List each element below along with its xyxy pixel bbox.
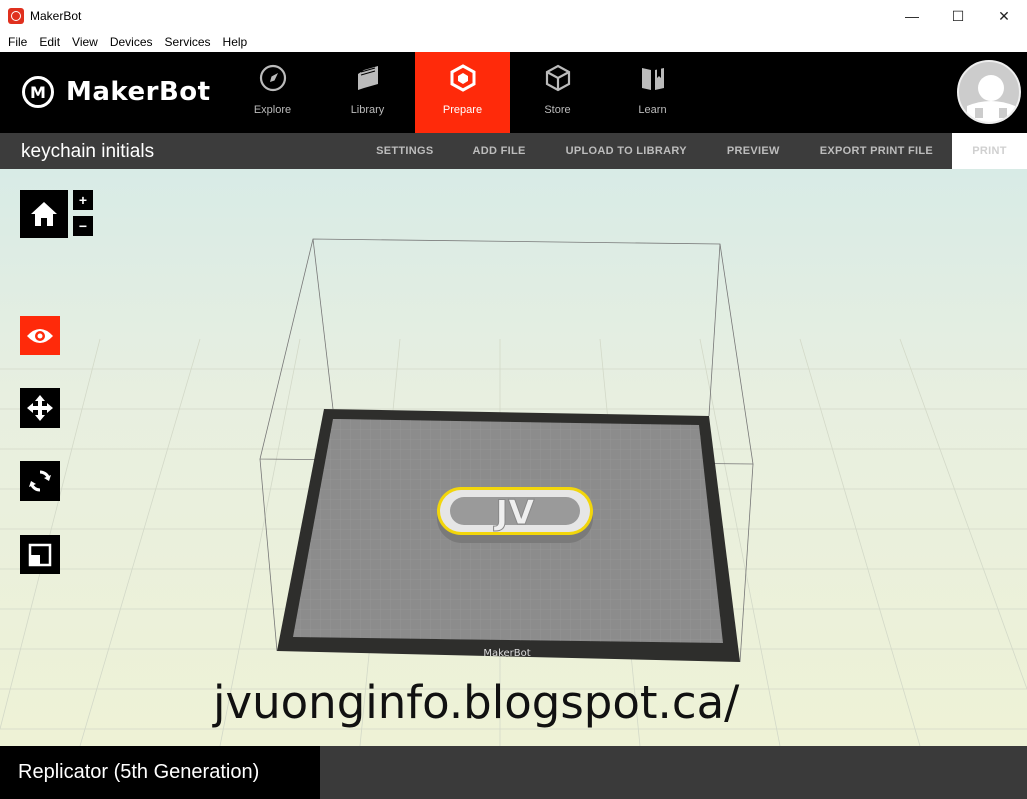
nav-prepare-label: Prepare (442, 104, 483, 116)
eye-icon (27, 328, 53, 343)
status-bar: Replicator (5th Generation) (0, 746, 1027, 799)
nav-explore-label: Explore (253, 104, 292, 116)
rotate-tool-button[interactable] (20, 461, 60, 501)
home-icon (31, 202, 57, 226)
logo-text: MakerBot (66, 77, 211, 107)
prepare-icon (448, 63, 478, 93)
window-controls: — ☐ ✕ (889, 0, 1027, 32)
scale-icon (28, 543, 52, 566)
menu-devices[interactable]: Devices (106, 35, 161, 49)
nav-prepare[interactable]: Prepare (415, 52, 510, 133)
build-viewport[interactable]: MakerBot JV + − jvuonginfo.blogspot.ca/ (0, 169, 1027, 746)
logo-mark-letter: M (30, 82, 46, 102)
nav-store-label: Store (544, 104, 571, 116)
model-initials: JV (494, 493, 536, 533)
printer-selector[interactable]: Replicator (5th Generation) (0, 746, 320, 799)
user-avatar[interactable] (957, 60, 1021, 124)
window-title: MakerBot (30, 9, 82, 23)
minimize-button[interactable]: — (889, 0, 935, 32)
nav-learn[interactable]: Learn (605, 52, 700, 133)
library-icon (353, 63, 383, 93)
project-actions: SETTINGS ADD FILE UPLOAD TO LIBRARY PREV… (376, 133, 1027, 169)
menu-file[interactable]: File (4, 35, 35, 49)
menu-view[interactable]: View (68, 35, 106, 49)
home-view-button[interactable] (20, 190, 68, 238)
build-scene: MakerBot JV (0, 238, 1027, 746)
menu-services[interactable]: Services (161, 35, 219, 49)
project-toolbar: keychain initials SETTINGS ADD FILE UPLO… (0, 133, 1027, 169)
nav-store[interactable]: Store (510, 52, 605, 133)
makerbot-app-icon (8, 8, 24, 24)
logo-mark: M (22, 76, 54, 108)
nav-learn-label: Learn (638, 104, 667, 116)
menu-bar: File Edit View Devices Services Help (0, 32, 1027, 52)
menu-help[interactable]: Help (219, 35, 256, 49)
nav-library-label: Library (350, 104, 385, 116)
compass-icon (258, 63, 288, 93)
app-header: M MakerBot Explore Library Prepare Store… (0, 52, 1027, 133)
zoom-in-button[interactable]: + (73, 190, 93, 210)
zoom-out-button[interactable]: − (73, 216, 93, 236)
user-avatar-icon (967, 75, 1015, 122)
window-titlebar: MakerBot — ☐ ✕ (0, 0, 1027, 32)
plate-brand-label: MakerBot (483, 648, 530, 659)
upload-to-library-button[interactable]: UPLOAD TO LIBRARY (566, 133, 687, 169)
rotate-icon (29, 470, 51, 492)
project-title: keychain initials (21, 141, 155, 162)
export-print-file-button[interactable]: EXPORT PRINT FILE (820, 133, 933, 169)
learn-icon (638, 63, 668, 93)
main-nav: Explore Library Prepare Store Learn (225, 52, 700, 133)
view-tool-button[interactable] (20, 316, 60, 355)
makerbot-logo: M MakerBot (22, 76, 211, 108)
settings-button[interactable]: SETTINGS (376, 133, 433, 169)
maximize-button[interactable]: ☐ (935, 0, 981, 32)
watermark-text: jvuonginfo.blogspot.ca/ (213, 676, 740, 729)
print-button[interactable]: PRINT (952, 133, 1027, 169)
nav-explore[interactable]: Explore (225, 52, 320, 133)
add-file-button[interactable]: ADD FILE (473, 133, 526, 169)
keychain-model[interactable]: JV (437, 487, 593, 543)
menu-edit[interactable]: Edit (35, 35, 68, 49)
nav-library[interactable]: Library (320, 52, 415, 133)
preview-button[interactable]: PREVIEW (727, 133, 780, 169)
store-icon (543, 63, 573, 93)
scale-tool-button[interactable] (20, 535, 60, 574)
move-icon (27, 395, 53, 421)
close-button[interactable]: ✕ (981, 0, 1027, 32)
move-tool-button[interactable] (20, 388, 60, 428)
